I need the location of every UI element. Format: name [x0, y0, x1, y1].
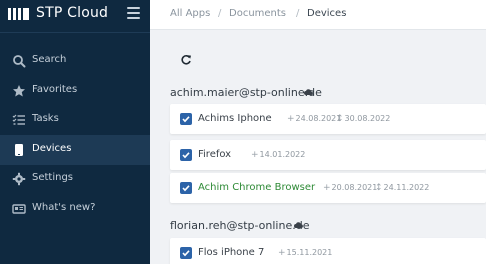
breadcrumb-separator: /: [218, 8, 222, 19]
tasks-icon: [12, 114, 25, 125]
device-checkbox[interactable]: [180, 149, 192, 161]
breadcrumb: All Apps / Documents / Devices: [150, 0, 486, 30]
breadcrumb-separator: /: [296, 8, 300, 19]
sidebar-item-settings[interactable]: Settings: [0, 164, 150, 194]
device-card: Achims Iphone +24.08.2021 ↕30.08.2022: [170, 104, 486, 134]
search-icon: [13, 55, 26, 68]
device-added-date: +14.01.2022: [251, 150, 305, 160]
device-name[interactable]: Firefox: [198, 149, 231, 160]
device-synced-date: ↕24.11.2022: [375, 183, 429, 193]
added-date-value: 20.08.2021: [331, 183, 378, 192]
device-card: Flos iPhone 7 +15.11.2021: [170, 238, 486, 264]
menu-toggle-icon[interactable]: [127, 7, 140, 19]
app-title: STP Cloud: [36, 5, 109, 21]
stp-logo-icon: [8, 8, 30, 20]
device-name[interactable]: Flos iPhone 7: [198, 247, 264, 258]
refresh-icon[interactable]: [180, 54, 192, 66]
synced-date-value: 30.08.2022: [344, 114, 391, 123]
sidebar-item-label: Search: [32, 54, 67, 65]
device-checkbox[interactable]: [180, 113, 192, 125]
device-card: Achim Chrome Browser +20.08.2021 ↕24.11.…: [170, 173, 486, 203]
added-date-value: 14.01.2022: [259, 150, 306, 159]
sidebar-item-label: Devices: [32, 143, 72, 154]
device-added-date: +20.08.2021: [323, 183, 377, 193]
sync-arrows-icon: ↕: [336, 114, 344, 124]
gear-icon: [12, 172, 26, 186]
synced-date-value: 24.11.2022: [383, 183, 430, 192]
sidebar-item-label: Favorites: [32, 84, 78, 95]
plus-icon: +: [251, 150, 259, 160]
device-icon: [15, 144, 23, 156]
cloud-icon: [294, 222, 303, 228]
sidebar-item-tasks[interactable]: Tasks: [0, 105, 150, 135]
plus-icon: +: [287, 114, 295, 124]
sidebar-divider: [0, 32, 150, 33]
sync-arrows-icon: ↕: [375, 183, 383, 193]
device-name[interactable]: Achims Iphone: [198, 113, 272, 124]
newspaper-icon: [12, 204, 26, 214]
device-name[interactable]: Achim Chrome Browser: [198, 182, 315, 193]
device-card: Firefox +14.01.2022: [170, 140, 486, 170]
main-content: achim.maier@stp-online.de Achims Iphone …: [150, 30, 486, 264]
device-added-date: +15.11.2021: [278, 248, 332, 258]
device-checkbox[interactable]: [180, 247, 192, 259]
plus-icon: +: [323, 183, 331, 193]
group-email: florian.reh@stp-online.de: [170, 219, 310, 232]
added-date-value: 24.08.2021: [295, 114, 342, 123]
plus-icon: +: [278, 248, 286, 258]
sidebar-item-whats-new[interactable]: What's new?: [0, 194, 150, 224]
breadcrumb-devices: Devices: [307, 8, 347, 19]
sidebar-item-favorites[interactable]: Favorites: [0, 76, 150, 106]
star-icon: [13, 85, 25, 97]
sidebar: STP Cloud Search Favorites Tasks Devices…: [0, 0, 150, 264]
brand: STP Cloud: [0, 0, 150, 30]
breadcrumb-all-apps[interactable]: All Apps: [170, 8, 210, 19]
sidebar-item-search[interactable]: Search: [0, 46, 150, 76]
sidebar-item-devices[interactable]: Devices: [0, 135, 150, 165]
group-email: achim.maier@stp-online.de: [170, 86, 322, 99]
cloud-icon: [304, 89, 313, 95]
sidebar-item-label: Settings: [32, 172, 74, 183]
sidebar-item-label: Tasks: [32, 113, 59, 124]
added-date-value: 15.11.2021: [286, 248, 333, 257]
sidebar-item-label: What's new?: [32, 202, 96, 213]
device-added-date: +24.08.2021: [287, 114, 341, 124]
device-checkbox[interactable]: [180, 182, 192, 194]
breadcrumb-documents[interactable]: Documents: [229, 8, 286, 19]
device-synced-date: ↕30.08.2022: [336, 114, 390, 124]
